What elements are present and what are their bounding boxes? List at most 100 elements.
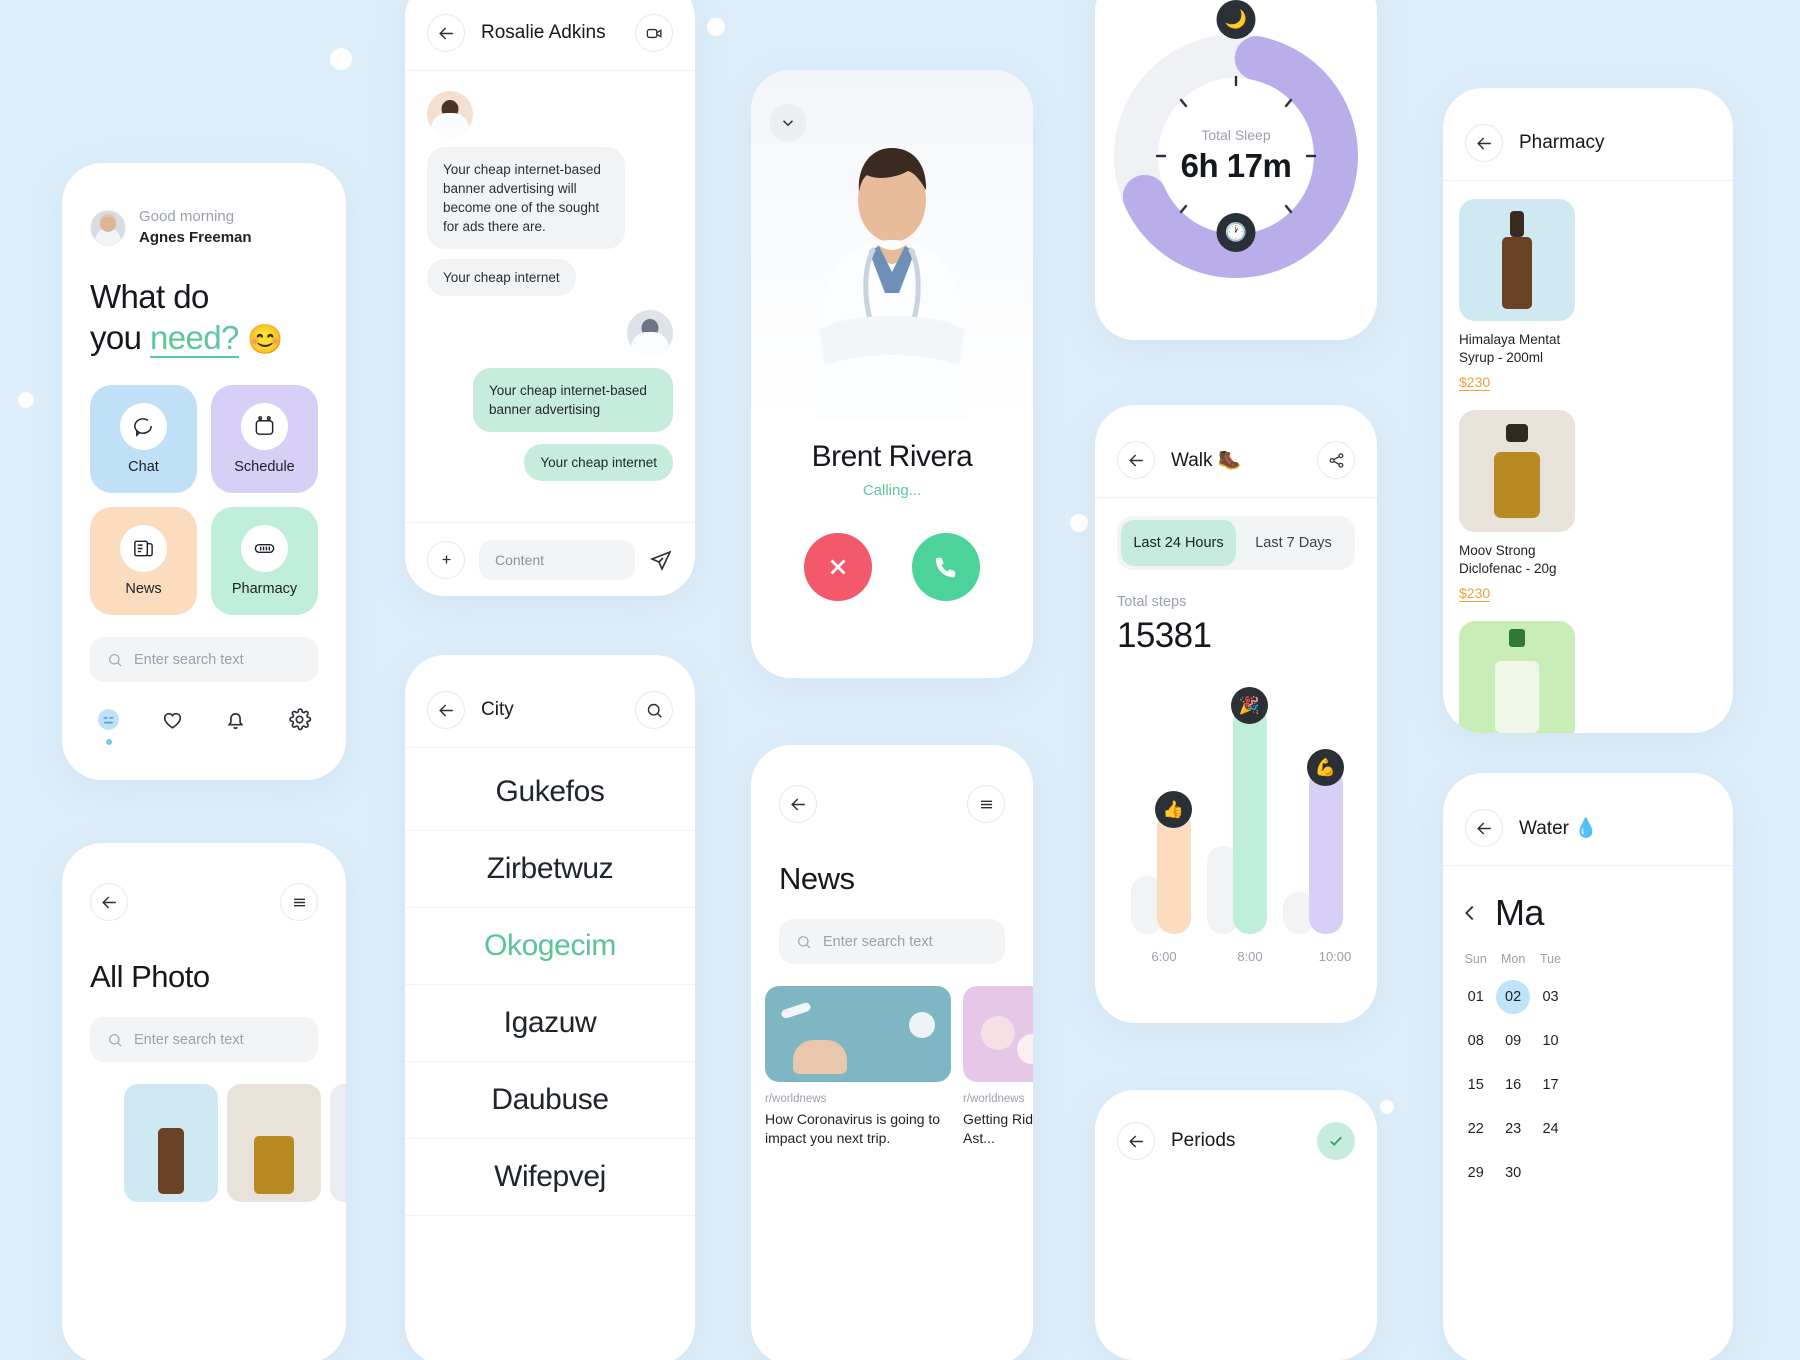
message-input[interactable]: Content [479,539,635,580]
product-item[interactable]: Moov Strong Diclofenac - 20g $230 [1443,392,1733,603]
user-name: Agnes Freeman [139,229,252,246]
bell-icon [228,713,244,730]
check-icon[interactable] [1317,1122,1355,1160]
bar-6-00[interactable] [1157,810,1191,934]
page-title: Water 💧 [1519,818,1598,839]
calendar-day[interactable]: 03 [1532,980,1569,1014]
avatar [427,91,473,137]
back-arrow-icon[interactable] [779,785,817,823]
product-item[interactable] [1443,603,1733,733]
list-item[interactable]: Zirbetwuz [405,831,695,908]
article-source: r/worldnews [963,1093,1025,1105]
product-thumbnail [1459,410,1575,532]
accept-call-button[interactable] [912,533,980,601]
chat-screen-card: Rosalie Adkins Your cheap internet-based… [405,0,695,596]
tile-chat[interactable]: Chat [90,385,197,493]
headline-line-1: What do [90,278,209,315]
search-placeholder: Enter search text [134,1031,244,1048]
doctor-name: Brent Rivera [811,440,973,473]
pharmacy-header: Pharmacy [1443,88,1733,181]
calendar-day[interactable]: 01 [1457,980,1494,1014]
list-item-selected[interactable]: Okogecim [405,908,695,985]
back-arrow-icon[interactable] [427,691,465,729]
back-arrow-icon[interactable] [1465,124,1503,162]
decor-dot [1380,1100,1394,1114]
video-camera-icon[interactable] [635,14,673,52]
list-item[interactable]: Wifepvej [405,1139,695,1216]
photo-thumbnail[interactable] [227,1084,321,1202]
bar-10-00[interactable] [1309,768,1343,934]
back-arrow-icon[interactable] [90,883,128,921]
hamburger-menu-icon[interactable] [967,785,1005,823]
news-article[interactable]: r/worldnews Getting Rid Of Worries On As… [963,986,1033,1148]
chevron-left-icon[interactable] [1459,902,1481,924]
tile-news[interactable]: News [90,507,197,615]
news-article[interactable]: r/worldnews How Coronavirus is going to … [765,986,951,1148]
all-photo-card: All Photo Enter search text [62,843,346,1360]
back-arrow-icon[interactable] [1465,809,1503,847]
boot-emoji-icon: 🥾 [1217,450,1242,471]
calendar-day[interactable]: 30 [1494,1156,1531,1190]
decline-call-button[interactable] [804,533,872,601]
nav-item-settings[interactable] [287,707,312,732]
calendar-day[interactable]: 08 [1457,1024,1494,1058]
calendar-day[interactable]: 16 [1494,1068,1531,1102]
list-item[interactable]: Gukefos [405,754,695,831]
calendar-day[interactable]: 09 [1494,1024,1531,1058]
calendar-day[interactable]: 10 [1532,1024,1569,1058]
total-steps-value: 15381 [1117,616,1212,655]
product-thumbnail [1459,199,1575,321]
photo-thumbnail[interactable] [124,1084,218,1202]
tile-pharmacy[interactable]: Pharmacy [211,507,318,615]
product-price: $230 [1459,585,1491,602]
calendar-day[interactable]: 29 [1457,1156,1494,1190]
doctor-photo [751,70,1033,422]
decor-dot [330,48,352,70]
search-icon[interactable] [635,691,673,729]
tab-last-7-days[interactable]: Last 7 Days [1236,520,1351,566]
calendar-day-selected[interactable]: 02 [1496,980,1531,1014]
back-arrow-icon[interactable] [427,14,465,52]
hamburger-menu-icon[interactable] [280,883,318,921]
page-title: Pharmacy [1519,132,1605,153]
smiling-emoji-icon: 😊 [247,324,283,356]
news-screen-card: News Enter search text r/worldnews How C… [751,745,1033,1360]
share-icon[interactable] [1317,441,1355,479]
total-steps-label: Total steps [1117,594,1187,610]
headline-link[interactable]: need? [149,319,239,358]
sleep-value-block: Total Sleep 6h 17m [1156,127,1316,185]
bar-8-00[interactable] [1233,706,1267,934]
sleep-summary-card: Total Sleep 6h 17m 🌙 🕐 [1095,0,1377,340]
calendar-day[interactable]: 23 [1494,1112,1531,1146]
search-input[interactable]: Enter search text [90,1017,318,1062]
back-arrow-icon[interactable] [1117,1122,1155,1160]
contact-name: Rosalie Adkins [481,22,606,43]
avatar[interactable] [90,209,126,246]
chevron-down-icon[interactable] [769,104,807,142]
calendar-day[interactable]: 24 [1532,1112,1569,1146]
tile-schedule[interactable]: Schedule [211,385,318,493]
call-status: Calling... [862,482,922,499]
photo-header [62,843,346,921]
close-x-icon [830,559,846,575]
page-title: City [481,699,514,720]
quick-action-tiles: Chat Schedule News Pharmacy [62,361,346,615]
calendar-day[interactable]: 22 [1457,1112,1494,1146]
search-input[interactable]: Enter search text [779,919,1005,964]
tab-last-24-hours[interactable]: Last 24 Hours [1121,520,1236,566]
nav-item-favorites[interactable] [160,707,185,732]
calendar-day[interactable]: 17 [1532,1068,1569,1102]
greeting-text: Good morning [139,208,235,225]
photo-thumbnail[interactable] [330,1084,346,1202]
back-arrow-icon[interactable] [1117,441,1155,479]
calendar-day[interactable]: 15 [1457,1068,1494,1102]
nav-item-home[interactable] [96,707,121,745]
plus-circle-icon[interactable] [427,540,465,579]
nav-item-notifications[interactable] [223,707,248,732]
product-item[interactable]: Himalaya Mentat Syrup - 200ml $230 [1443,181,1733,392]
muscle-badge-icon: 💪 [1307,749,1344,786]
list-item[interactable]: Igazuw [405,985,695,1062]
send-paper-plane-icon[interactable] [649,548,673,572]
search-input[interactable]: Enter search text [90,637,318,682]
list-item[interactable]: Daubuse [405,1062,695,1139]
